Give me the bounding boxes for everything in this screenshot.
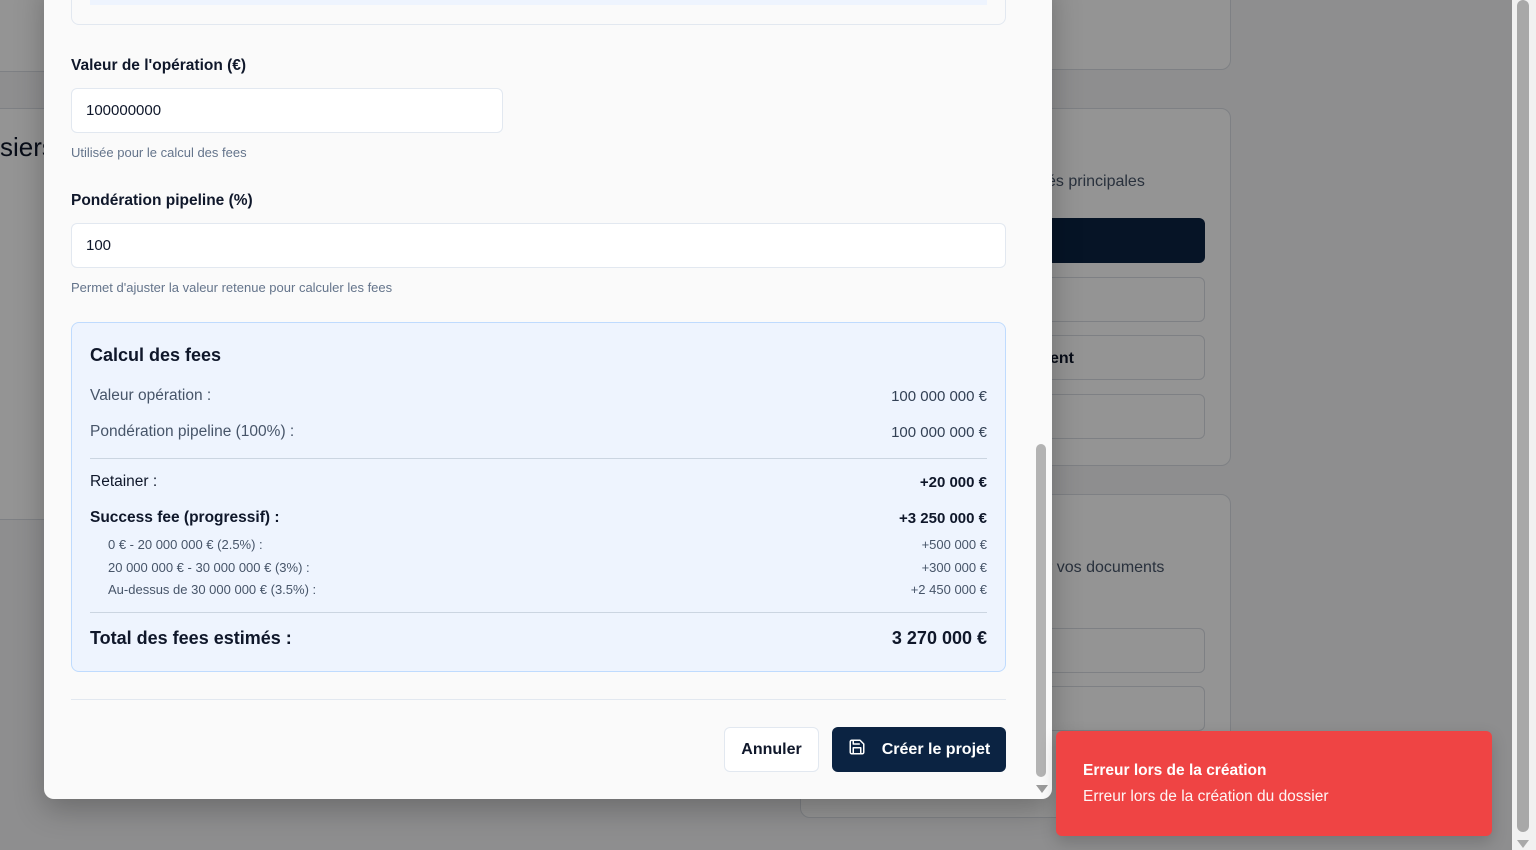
- fee-total-label: Total des fees estimés :: [90, 628, 292, 648]
- dialog-scrollbar[interactable]: [1036, 440, 1048, 800]
- fee-tier-value: +2 450 000 €: [910, 582, 987, 597]
- toast-title: Erreur lors de la création: [1083, 762, 1267, 779]
- fee-row-label: Valeur opération :: [90, 387, 212, 404]
- fee-tier-label: 20 000 000 € - 30 000 000 € (3%) :: [108, 560, 310, 575]
- fees-calculation-title: Calcul des fees: [90, 345, 222, 365]
- dialog-scrollbar-thumb[interactable]: [1036, 444, 1046, 777]
- operation-value-hint: Utilisée pour le calcul des fees: [71, 145, 247, 160]
- fee-tier-value: +500 000 €: [921, 537, 987, 552]
- fee-tier-label: Au-dessus de 30 000 000 € (3.5%) :: [108, 582, 317, 597]
- fee-tier-value: +300 000 €: [921, 560, 987, 575]
- fees-divider: [90, 612, 987, 613]
- toast-message: Erreur lors de la création du dossier: [1083, 788, 1329, 805]
- fee-tier-row: 20 000 000 € - 30 000 000 € (3%) : +300 …: [108, 560, 987, 575]
- fees-divider: [90, 458, 987, 459]
- fee-row-label: Pondération pipeline (100%) :: [90, 423, 295, 440]
- fee-row-value: 100 000 000 €: [891, 423, 987, 441]
- fee-tier-row: Au-dessus de 30 000 000 € (3.5%) : +2 45…: [108, 582, 987, 597]
- fee-row-pipeline-weighting: Pondération pipeline (100%) : 100 000 00…: [90, 423, 987, 441]
- pipeline-weighting-hint: Permet d'ajuster la valeur retenue pour …: [71, 280, 393, 295]
- fee-row-label: Retainer :: [90, 473, 158, 490]
- fee-row-retainer: Retainer : +20 000 €: [90, 473, 987, 491]
- create-project-label: Créer le projet: [881, 740, 991, 758]
- cancel-button[interactable]: Annuler: [724, 727, 819, 772]
- scroll-down-arrow-icon[interactable]: [1036, 785, 1048, 793]
- pipeline-weighting-label: Pondération pipeline (%): [71, 192, 253, 209]
- fees-calculation-panel: Calcul des fees Valeur opération : 100 0…: [71, 322, 1006, 672]
- fee-row-value: +20 000 €: [919, 473, 987, 491]
- fee-row-value: 100 000 000 €: [891, 387, 987, 405]
- save-icon: [848, 738, 866, 761]
- fee-total-value: 3 270 000 €: [891, 628, 987, 648]
- fee-row-value: +3 250 000 €: [898, 509, 987, 527]
- fee-tier-row: 0 € - 20 000 000 € (2.5%) : +500 000 €: [108, 537, 987, 552]
- pipeline-weighting-input[interactable]: 100: [71, 223, 1006, 268]
- page-scrollbar-thumb[interactable]: [1517, 0, 1529, 832]
- dialog-footer-divider: [71, 699, 1006, 700]
- fee-row-total: Total des fees estimés : 3 270 000 €: [90, 628, 987, 649]
- previous-section: [71, 0, 1006, 25]
- create-project-button[interactable]: Créer le projet: [832, 727, 1006, 772]
- operation-value-input[interactable]: 100000000: [71, 88, 503, 133]
- create-project-dialog: Valeur de l'opération (€) 100000000 Util…: [44, 0, 1052, 799]
- fee-tier-label: 0 € - 20 000 000 € (2.5%) :: [108, 537, 263, 552]
- scroll-down-arrow-icon[interactable]: [1517, 840, 1529, 848]
- fee-row-success-fee: Success fee (progressif) : +3 250 000 €: [90, 509, 987, 527]
- operation-value-label: Valeur de l'opération (€): [71, 57, 247, 74]
- fee-row-operation-value: Valeur opération : 100 000 000 €: [90, 387, 987, 405]
- fee-row-label: Success fee (progressif) :: [90, 509, 280, 526]
- page-scrollbar[interactable]: [1512, 0, 1536, 850]
- error-toast[interactable]: Erreur lors de la création Erreur lors d…: [1056, 731, 1492, 836]
